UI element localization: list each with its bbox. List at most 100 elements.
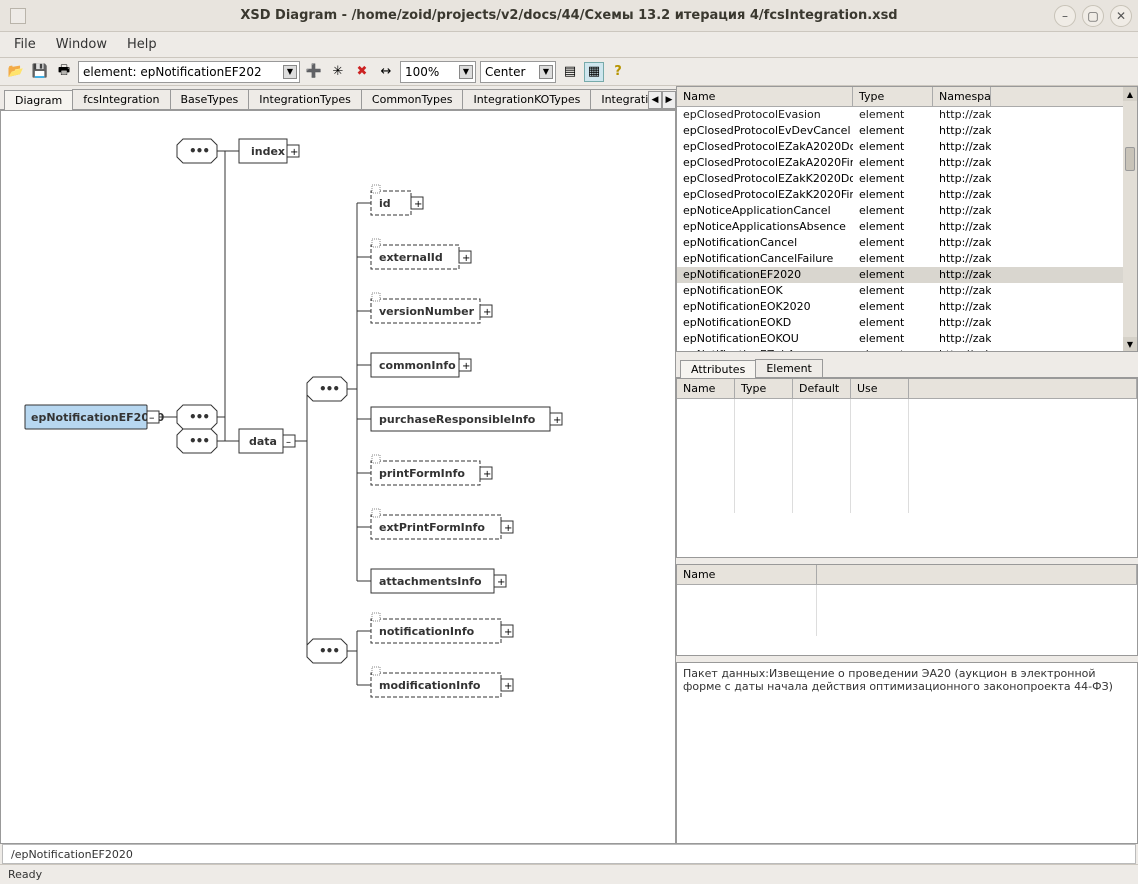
svg-text:purchaseResponsibleInfo: purchaseResponsibleInfo <box>379 413 536 426</box>
status-bar: Ready <box>0 864 1138 884</box>
table-row[interactable] <box>677 617 1137 633</box>
svg-text:notificationInfo: notificationInfo <box>379 625 475 638</box>
sequence-icon: ••• <box>177 405 217 429</box>
save-icon[interactable]: 💾 <box>30 62 50 82</box>
list-item[interactable]: epNotificationEOK2020elementhttp://zak <box>677 299 1137 315</box>
maximize-button[interactable]: ▢ <box>1082 5 1104 27</box>
sequence-icon: ••• <box>177 139 217 163</box>
list-item[interactable]: epClosedProtocolEZakA2020Doelementhttp:/… <box>677 139 1137 155</box>
node-root[interactable]: epNotificationEF2020 – <box>25 405 165 429</box>
svg-text:+: + <box>483 307 491 318</box>
attr-col-name[interactable]: Name <box>677 379 735 398</box>
list-item[interactable]: epNotificationCancelFailureelementhttp:/… <box>677 251 1137 267</box>
view-list-icon[interactable]: ▤ <box>560 62 580 82</box>
scrollbar[interactable]: ▲ ▼ <box>1123 87 1137 351</box>
element-combobox-text: element: epNotificationEF202 <box>83 65 262 79</box>
svg-text:+: + <box>414 199 422 210</box>
sequence-icon: ••• <box>177 429 217 453</box>
sequence-icon: ••• <box>307 639 347 663</box>
attr-tabstrip: Attributes Element <box>676 356 1138 378</box>
svg-text:attachmentsInfo: attachmentsInfo <box>379 575 482 588</box>
scroll-up-icon[interactable]: ▲ <box>1123 87 1137 101</box>
menu-help[interactable]: Help <box>127 37 157 52</box>
zoom-text: 100% <box>405 65 439 79</box>
col-name[interactable]: Name <box>677 87 853 106</box>
close-button[interactable]: ✕ <box>1110 5 1132 27</box>
expand-icon[interactable]: ↔ <box>376 62 396 82</box>
list-item[interactable]: epClosedProtocolEZakK2020Finelementhttp:… <box>677 187 1137 203</box>
scroll-thumb[interactable] <box>1125 147 1135 171</box>
list-item[interactable]: epClosedProtocolEvasionelementhttp://zak <box>677 107 1137 123</box>
right-pane: Name Type Namespa epClosedProtocolEvasio… <box>676 86 1138 844</box>
tab-element[interactable]: Element <box>755 359 823 377</box>
svg-text:+: + <box>504 523 512 534</box>
svg-text:+: + <box>504 681 512 692</box>
chevron-down-icon[interactable]: ▼ <box>283 65 297 79</box>
names-col[interactable]: Name <box>677 565 817 584</box>
svg-text:versionNumber: versionNumber <box>379 305 475 318</box>
svg-text:+: + <box>504 627 512 638</box>
sequence-icon: ••• <box>307 377 347 401</box>
element-combobox[interactable]: element: epNotificationEF202 ▼ <box>78 61 300 83</box>
svg-text:–: – <box>286 437 291 448</box>
list-item[interactable]: epNotificationEOKOUelementhttp://zak <box>677 331 1137 347</box>
list-item[interactable]: epClosedProtocolEZakK2020Doelementhttp:/… <box>677 171 1137 187</box>
svg-text:id: id <box>379 197 391 210</box>
attr-col-default[interactable]: Default <box>793 379 851 398</box>
align-text: Center <box>485 65 525 79</box>
menu-window[interactable]: Window <box>56 37 107 52</box>
attr-col-use[interactable]: Use <box>851 379 909 398</box>
svg-text:+: + <box>483 469 491 480</box>
svg-text:–: – <box>149 411 155 424</box>
svg-text:printFormInfo: printFormInfo <box>379 467 465 480</box>
path-bar: /epNotificationEF2020 <box>2 844 1136 864</box>
svg-text:index: index <box>251 145 285 158</box>
chevron-down-icon[interactable]: ▼ <box>459 65 473 79</box>
list-item[interactable]: epClosedProtocolEZakA2020Finelementhttp:… <box>677 155 1137 171</box>
attributes-panel: Name Type Default Use <box>676 378 1138 558</box>
remove-icon[interactable]: ✖ <box>352 62 372 82</box>
list-item[interactable]: epNotificationEF2020elementhttp://zak <box>677 267 1137 283</box>
diagram-pane[interactable]: epNotificationEF2020 – ••• ••• <box>0 110 676 844</box>
col-type[interactable]: Type <box>853 87 933 106</box>
list-item[interactable]: epClosedProtocolEvDevCancelelementhttp:/… <box>677 123 1137 139</box>
help-icon[interactable]: ? <box>608 62 628 82</box>
elements-list[interactable]: epClosedProtocolEvasionelementhttp://zak… <box>677 107 1137 351</box>
minimize-button[interactable]: – <box>1054 5 1076 27</box>
list-item[interactable]: epNoticeApplicationsAbsenceelementhttp:/… <box>677 219 1137 235</box>
svg-text:•••: ••• <box>319 382 339 396</box>
print-icon[interactable]: 🖶 <box>54 62 74 82</box>
add-icon[interactable]: ➕ <box>304 62 324 82</box>
svg-text:externalId: externalId <box>379 251 443 264</box>
list-item[interactable]: epNotificationEZakAelementhttp://zak <box>677 347 1137 351</box>
list-item[interactable]: epNotificationEOKelementhttp://zak <box>677 283 1137 299</box>
attr-col-type[interactable]: Type <box>735 379 793 398</box>
open-icon[interactable]: 📂 <box>6 62 26 82</box>
scroll-down-icon[interactable]: ▼ <box>1123 337 1137 351</box>
chevron-down-icon[interactable]: ▼ <box>539 65 553 79</box>
list-item[interactable]: epNotificationCancelelementhttp://zak <box>677 235 1137 251</box>
svg-text:•••: ••• <box>189 410 209 424</box>
elements-panel: Name Type Namespa epClosedProtocolEvasio… <box>676 86 1138 352</box>
table-row[interactable] <box>677 495 1137 511</box>
svg-text:+: + <box>462 361 470 372</box>
titlebar: XSD Diagram - /home/zoid/projects/v2/doc… <box>0 0 1138 32</box>
view-grid-icon[interactable]: ▦ <box>584 62 604 82</box>
menu-file[interactable]: File <box>14 37 36 52</box>
svg-text:extPrintFormInfo: extPrintFormInfo <box>379 521 485 534</box>
add-all-icon[interactable]: ✳ <box>328 62 348 82</box>
svg-text:+: + <box>290 147 298 158</box>
svg-text:+: + <box>553 415 561 426</box>
window-title: XSD Diagram - /home/zoid/projects/v2/doc… <box>240 8 897 23</box>
svg-text:commonInfo: commonInfo <box>379 359 456 372</box>
tab-attributes[interactable]: Attributes <box>680 360 756 378</box>
svg-text:data: data <box>249 435 277 448</box>
align-combobox[interactable]: Center ▼ <box>480 61 556 83</box>
zoom-combobox[interactable]: 100% ▼ <box>400 61 476 83</box>
col-namespace[interactable]: Namespa <box>933 87 991 106</box>
list-item[interactable]: epNotificationEOKDelementhttp://zak <box>677 315 1137 331</box>
list-item[interactable]: epNoticeApplicationCancelelementhttp://z… <box>677 203 1137 219</box>
svg-text:•••: ••• <box>189 434 209 448</box>
svg-text:+: + <box>462 253 470 264</box>
toolbar: 📂 💾 🖶 element: epNotificationEF202 ▼ ➕ ✳… <box>0 58 1138 86</box>
